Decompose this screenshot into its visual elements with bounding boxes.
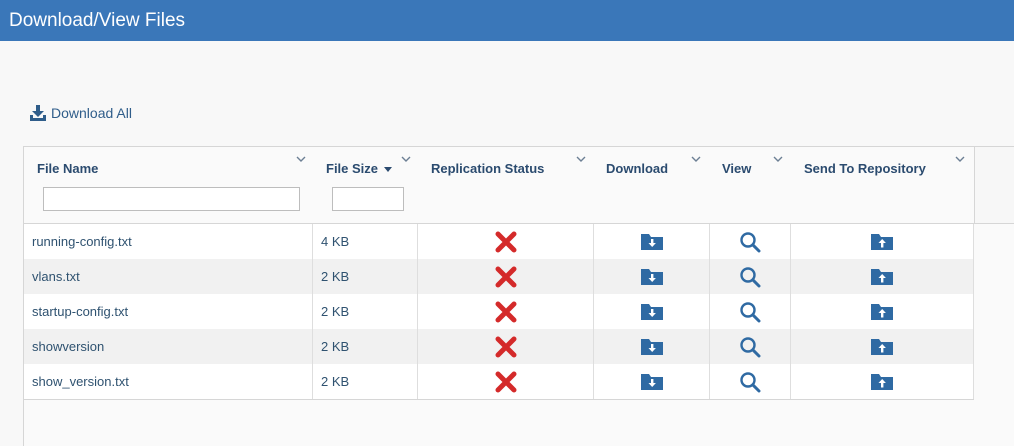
red-x-icon	[495, 336, 516, 357]
replication-status-cell	[418, 329, 594, 364]
folder-upload-icon[interactable]	[871, 303, 893, 321]
folder-download-icon[interactable]	[640, 338, 663, 356]
file-size-cell: 2 KB	[313, 364, 418, 399]
download-cell	[594, 329, 710, 364]
column-label-file-name: File Name	[37, 161, 99, 176]
column-label-send-to-repository: Send To Repository	[804, 161, 926, 176]
download-all-label: Download All	[51, 105, 132, 121]
table-row[interactable]: running-config.txt 4 KB	[24, 224, 974, 259]
folder-download-icon[interactable]	[640, 268, 663, 286]
table-row[interactable]: show_version.txt 2 KB	[24, 364, 974, 399]
send-to-repository-cell	[791, 364, 974, 399]
replication-status-cell	[418, 224, 594, 259]
chevron-down-icon[interactable]	[955, 155, 965, 163]
chevron-down-icon[interactable]	[773, 155, 783, 163]
column-label-file-size: File Size	[326, 161, 379, 176]
sort-descending-icon[interactable]	[384, 166, 393, 173]
file-size-cell: 4 KB	[313, 224, 418, 259]
file-name: showversion	[32, 339, 105, 354]
file-size: 2 KB	[321, 339, 350, 354]
column-label-download: Download	[606, 161, 669, 176]
file-name: vlans.txt	[32, 269, 80, 284]
magnifier-icon[interactable]	[739, 371, 761, 393]
file-size: 2 KB	[321, 374, 350, 389]
chevron-down-icon[interactable]	[296, 155, 306, 163]
grid-header: File Name File Size Replication Status D…	[24, 147, 974, 224]
view-cell	[710, 224, 791, 259]
folder-upload-icon[interactable]	[871, 338, 893, 356]
file-size: 2 KB	[321, 304, 350, 319]
column-label-view: View	[722, 161, 752, 176]
magnifier-icon[interactable]	[739, 336, 761, 358]
file-name-cell[interactable]: show_version.txt	[24, 364, 313, 399]
grid-header-filler	[974, 147, 1014, 224]
column-header-send-to-repository[interactable]: Send To Repository	[791, 147, 974, 223]
folder-download-icon[interactable]	[640, 233, 663, 251]
magnifier-icon[interactable]	[739, 266, 761, 288]
view-cell	[710, 364, 791, 399]
file-name-filter-input[interactable]	[43, 187, 300, 211]
chevron-down-icon[interactable]	[401, 155, 411, 163]
file-name-cell[interactable]: running-config.txt	[24, 224, 313, 259]
replication-status-cell	[418, 364, 594, 399]
view-cell	[710, 329, 791, 364]
column-header-view[interactable]: View	[710, 147, 791, 223]
send-to-repository-cell	[791, 259, 974, 294]
grid-divider	[24, 399, 974, 400]
column-header-replication-status[interactable]: Replication Status	[418, 147, 594, 223]
download-cell	[594, 364, 710, 399]
folder-upload-icon[interactable]	[871, 233, 893, 251]
column-label-file-size-wrap: File Size	[326, 161, 393, 176]
send-to-repository-cell	[791, 294, 974, 329]
file-size-cell: 2 KB	[313, 329, 418, 364]
page-title-bar: Download/View Files	[0, 0, 1014, 41]
file-size-filter-input[interactable]	[332, 187, 404, 211]
file-name-cell[interactable]: vlans.txt	[24, 259, 313, 294]
file-size-cell: 2 KB	[313, 294, 418, 329]
view-cell	[710, 294, 791, 329]
magnifier-icon[interactable]	[739, 301, 761, 323]
file-size-cell: 2 KB	[313, 259, 418, 294]
column-header-file-size[interactable]: File Size	[313, 147, 418, 223]
red-x-icon	[495, 301, 516, 322]
red-x-icon	[495, 266, 516, 287]
red-x-icon	[495, 371, 516, 392]
replication-status-cell	[418, 294, 594, 329]
red-x-icon	[495, 231, 516, 252]
column-header-download[interactable]: Download	[594, 147, 710, 223]
table-row[interactable]: startup-config.txt 2 KB	[24, 294, 974, 329]
view-cell	[710, 259, 791, 294]
file-size: 2 KB	[321, 269, 350, 284]
files-grid: File Name File Size Replication Status D…	[23, 146, 1014, 446]
file-size: 4 KB	[321, 234, 350, 249]
file-name: running-config.txt	[32, 234, 132, 249]
download-cell	[594, 259, 710, 294]
replication-status-cell	[418, 259, 594, 294]
file-name: show_version.txt	[32, 374, 129, 389]
magnifier-icon[interactable]	[739, 231, 761, 253]
folder-upload-icon[interactable]	[871, 373, 893, 391]
send-to-repository-cell	[791, 329, 974, 364]
column-header-file-name[interactable]: File Name	[24, 147, 313, 223]
page-title: Download/View Files	[9, 10, 186, 31]
grid-body: running-config.txt 4 KB vlans.txt 2 KB s…	[24, 224, 974, 399]
file-name-cell[interactable]: startup-config.txt	[24, 294, 313, 329]
chevron-down-icon[interactable]	[691, 155, 701, 163]
table-row[interactable]: showversion 2 KB	[24, 329, 974, 364]
file-name: startup-config.txt	[32, 304, 129, 319]
table-row[interactable]: vlans.txt 2 KB	[24, 259, 974, 294]
chevron-down-icon[interactable]	[576, 155, 586, 163]
send-to-repository-cell	[791, 224, 974, 259]
download-all-button[interactable]: Download All	[29, 103, 132, 123]
folder-upload-icon[interactable]	[871, 268, 893, 286]
download-cell	[594, 224, 710, 259]
column-label-replication-status: Replication Status	[431, 161, 545, 176]
folder-download-icon[interactable]	[640, 303, 663, 321]
download-tray-icon	[30, 105, 46, 121]
folder-download-icon[interactable]	[640, 373, 663, 391]
download-cell	[594, 294, 710, 329]
file-name-cell[interactable]: showversion	[24, 329, 313, 364]
